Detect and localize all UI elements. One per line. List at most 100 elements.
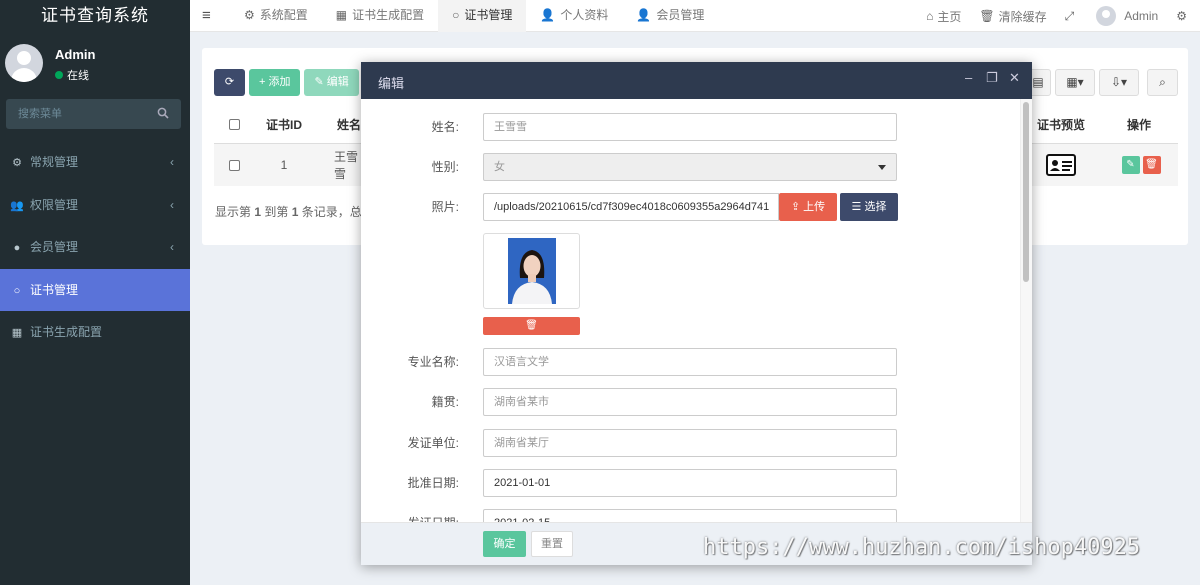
field-photo: 照片: /uploads/20210615/cd7f309ec4018c0609… [361, 193, 1021, 221]
name-input[interactable]: 王雪雪 [483, 113, 897, 141]
field-issuer: 发证单位: 湖南省某厅 [361, 429, 1021, 457]
field-label: 性别: [431, 160, 459, 174]
add-button[interactable]: + 添加 [249, 69, 301, 96]
tab-profile[interactable]: 👤 个人资料 [526, 0, 622, 32]
tab-cert-management[interactable]: ○ 证书管理 [438, 0, 527, 32]
home-icon: ⌂ [926, 9, 934, 23]
field-label: 发证单位: [407, 436, 459, 450]
watermark: https://www.huzhan.com/ishop40925 [703, 535, 1141, 560]
tab-system-config[interactable]: ⚙ 系统配置 [230, 0, 322, 32]
upload-button[interactable]: ⇪ 上传 [779, 193, 837, 221]
search-button[interactable]: ⌕ [1147, 69, 1178, 96]
issuer-input[interactable]: 湖南省某厅 [483, 429, 897, 457]
user-menu[interactable]: Admin [1087, 6, 1167, 26]
modal-header: 编辑 – ❐ ✕ [361, 62, 1032, 99]
sidebar-item-certificates[interactable]: ○ 证书管理 [0, 268, 190, 311]
issue-date-input[interactable]: 2021-02-15 [483, 509, 897, 522]
approve-date-input[interactable]: 2021-01-01 [483, 469, 897, 497]
major-input[interactable]: 汉语言文学 [483, 348, 897, 376]
sidebar-item-label: 常规管理 [30, 155, 79, 169]
reset-button[interactable]: 重置 [531, 531, 573, 557]
photo-delete-button[interactable]: 🗑 [483, 317, 580, 335]
user-status: 在线 [55, 67, 89, 83]
list-icon: ▤ [1032, 75, 1044, 89]
user-panel: Admin 在线 [0, 36, 190, 98]
export-button[interactable]: ⇩▾ [1099, 69, 1139, 96]
portrait-photo [508, 238, 556, 304]
row-delete-button[interactable]: 🗑 [1142, 156, 1161, 174]
user-name: Admin [55, 47, 96, 62]
edit-button[interactable]: ✎ 编辑 [304, 69, 359, 96]
refresh-button[interactable]: ⟳ [214, 69, 245, 96]
field-label: 姓名: [431, 120, 459, 134]
export-icon: ⇩▾ [1110, 75, 1128, 89]
columns-button[interactable]: ▦▾ [1055, 69, 1095, 96]
gender-select[interactable]: 女 [483, 153, 897, 181]
sidebar-search [6, 99, 181, 129]
maximize-icon[interactable]: ❐ [986, 70, 998, 86]
close-icon[interactable]: ✕ [1009, 70, 1020, 86]
edit-modal: 编辑 – ❐ ✕ 姓名: 王雪雪 性别: 女 照片: /uploads/2021… [361, 62, 1032, 565]
sidebar-item-members[interactable]: ● 会员管理 ‹ [0, 226, 190, 269]
grid-icon: ▦ [335, 8, 348, 22]
header-ops: 操作 [1126, 118, 1151, 132]
confirm-button[interactable]: 确定 [483, 531, 526, 557]
trash-icon: 🗑 [525, 320, 538, 331]
trash-icon: 🗑 [1145, 159, 1158, 170]
toolbar: ⟳ + 添加 ✎ 编辑 [214, 69, 359, 96]
tab-cert-config[interactable]: ▦ 证书生成配置 [322, 0, 438, 32]
sidebar-item-label: 证书生成配置 [30, 325, 103, 339]
list-icon: ☰ [851, 201, 865, 213]
photo-thumbnail[interactable] [483, 233, 580, 309]
chevron-left-icon: ‹ [170, 197, 174, 212]
sidebar-item-label: 权限管理 [30, 197, 79, 212]
cell-name: 王雪雪 [334, 150, 359, 181]
field-major: 专业名称: 汉语言文学 [361, 348, 1021, 376]
chevron-left-icon: ‹ [170, 155, 174, 169]
refresh-icon: ⟳ [224, 76, 235, 88]
fullscreen-button[interactable]: ⤢ [1056, 9, 1088, 24]
photo-path-input[interactable]: /uploads/20210615/cd7f309ec4018c0609355a… [483, 193, 779, 221]
select-all-checkbox[interactable] [228, 119, 240, 130]
home-link[interactable]: ⌂ 主页 [917, 8, 970, 25]
sidebar-search-input[interactable] [6, 99, 146, 129]
gear-icon: ⚙ [244, 8, 255, 22]
field-label: 籍贯: [431, 395, 459, 409]
sidebar-item-general[interactable]: ⚙ 常规管理 ‹ [0, 141, 190, 184]
field-gender: 性别: 女 [361, 153, 1021, 181]
sidebar-item-label: 证书管理 [30, 282, 79, 297]
clear-cache-button[interactable]: 🗑 清除缓存 [970, 8, 1055, 25]
choose-button[interactable]: ☰ 选择 [840, 193, 898, 221]
field-approve-date: 批准日期: 2021-01-01 [361, 469, 1021, 497]
upload-icon: ⇪ [790, 201, 804, 213]
cogs-icon: ⚙ [12, 157, 22, 169]
cell-id: 1 [280, 158, 288, 172]
cogs-icon: ⚙ [1176, 9, 1187, 23]
cert-preview-icon[interactable] [1044, 144, 1078, 186]
origin-input[interactable]: 湖南省某市 [483, 388, 897, 416]
row-actions: ✎ 🗑 [1119, 144, 1163, 186]
sidebar-item-label: 会员管理 [30, 240, 79, 254]
header-id[interactable]: 证书ID [254, 106, 314, 143]
topbar: ≡ ⚙ 系统配置 ▦ 证书生成配置 ○ 证书管理 👤 个人资料 👤 会员管理 ⌂ 主页 🗑 清… [190, 0, 1200, 32]
user-icon: 👤 [636, 8, 652, 22]
user-circle-icon: ● [13, 242, 21, 254]
sidebar-item-permission[interactable]: 👥 权限管理 ‹ [0, 184, 190, 227]
sidebar-item-cert-config[interactable]: ▦ 证书生成配置 [0, 311, 190, 354]
settings-button[interactable]: ⚙ [1167, 9, 1200, 23]
row-edit-button[interactable]: ✎ [1121, 156, 1140, 174]
caret-down-icon [878, 165, 886, 170]
circle-o-icon: ○ [452, 8, 460, 22]
app-title[interactable]: 证书查询系统 [0, 0, 190, 36]
select-all-checkbox-cell [224, 106, 244, 143]
minimize-icon[interactable]: – [965, 70, 972, 85]
row-checkbox[interactable] [228, 159, 240, 171]
search-icon[interactable] [157, 107, 169, 119]
menu-toggle-icon[interactable]: ≡ [202, 7, 211, 24]
tab-members[interactable]: 👤 会员管理 [622, 0, 718, 32]
user-icon: 👤 [540, 8, 556, 22]
online-dot-icon [55, 71, 63, 79]
header-preview: 证书预览 [1036, 118, 1085, 132]
header-name[interactable]: 姓名 [334, 106, 364, 143]
pagination-info: 显示第 1 到第 1 条记录，总... [215, 205, 372, 219]
